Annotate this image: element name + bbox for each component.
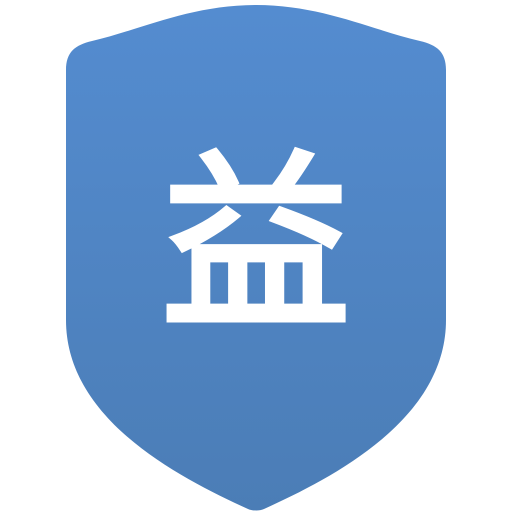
glyph-yi: 益 — [161, 134, 351, 355]
app-icon: 益 — [0, 0, 512, 512]
shield-icon: 益 — [66, 5, 446, 511]
